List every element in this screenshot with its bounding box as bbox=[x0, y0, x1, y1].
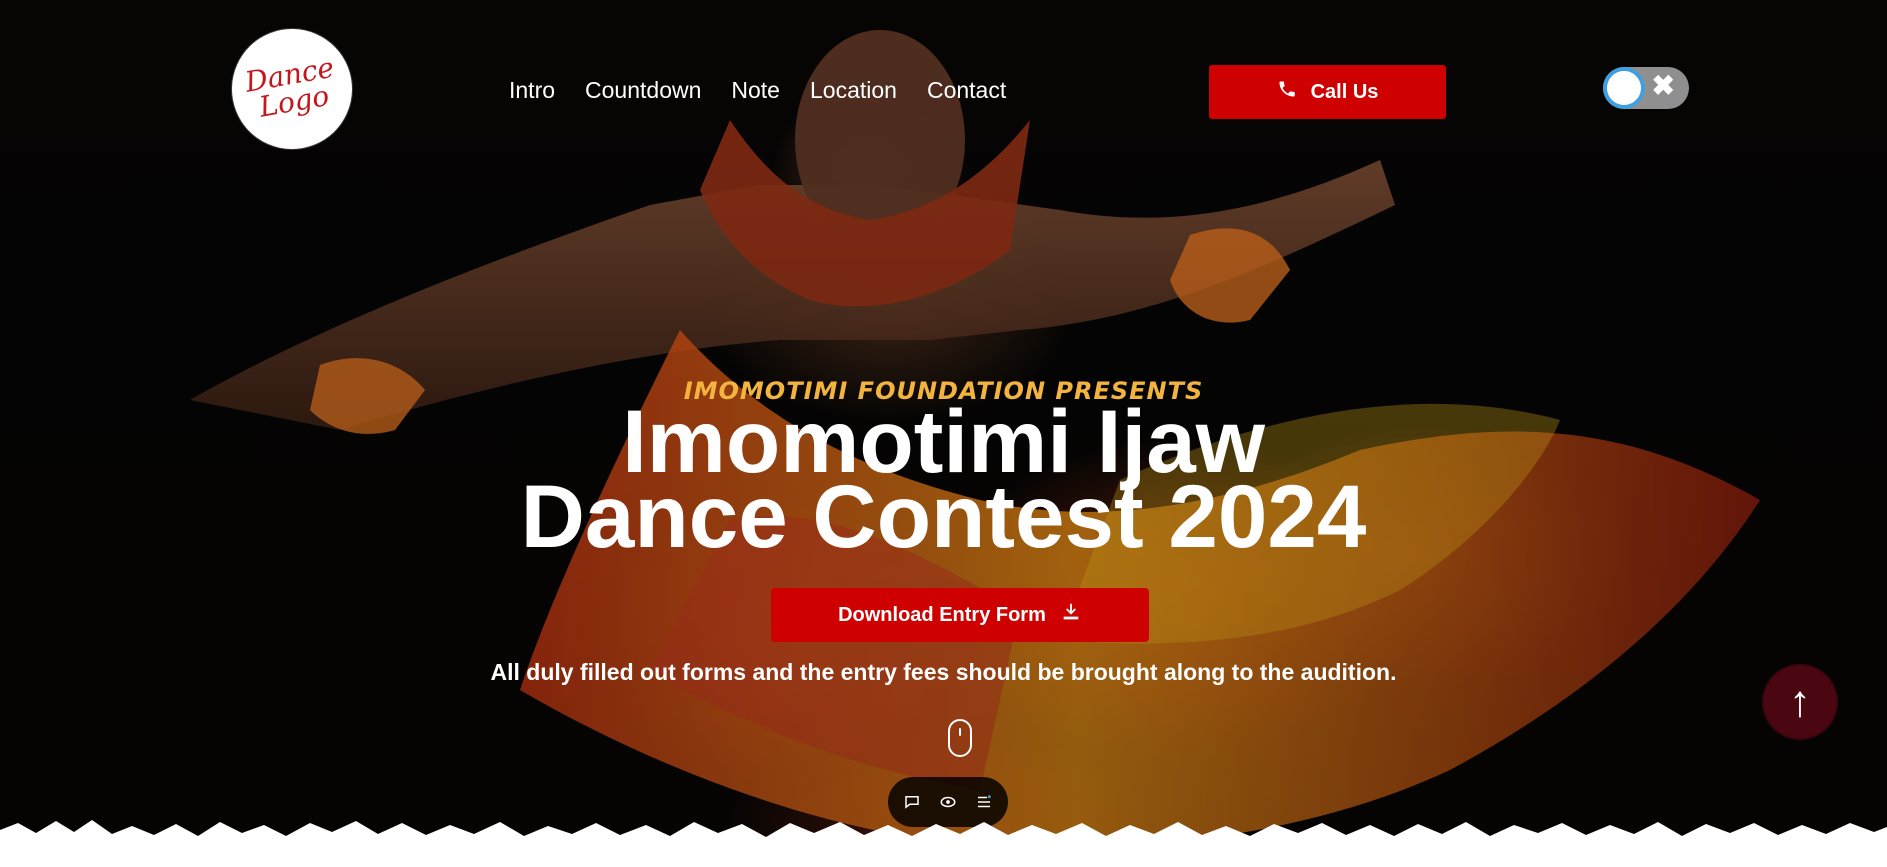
arrow-up-icon: ↑ bbox=[1789, 677, 1811, 726]
nav-link-intro[interactable]: Intro bbox=[509, 77, 555, 104]
bottom-edge-divider bbox=[0, 820, 1887, 867]
entry-notice: All duly filled out forms and the entry … bbox=[490, 659, 1397, 685]
download-icon bbox=[1060, 601, 1082, 629]
close-icon: ✖ bbox=[1651, 70, 1675, 101]
title-line-2: Dance Contest 2024 bbox=[520, 465, 1367, 566]
logo-line-2: Logo bbox=[256, 78, 332, 124]
mouse-icon bbox=[948, 719, 972, 757]
hero-section: Dance Logo Intro Countdown Note Location… bbox=[0, 0, 1887, 867]
download-entry-form-button[interactable]: Download Entry Form bbox=[771, 588, 1149, 642]
main-navigation: Intro Countdown Note Location Contact bbox=[509, 77, 1006, 104]
download-label: Download Entry Form bbox=[838, 603, 1046, 626]
call-us-label: Call Us bbox=[1310, 80, 1379, 103]
call-us-button[interactable]: Call Us bbox=[1209, 65, 1446, 119]
back-to-top-button[interactable]: ↑ bbox=[1762, 664, 1838, 740]
page-title: Imomotimi Ijaw Dance Contest 2024 bbox=[0, 397, 1887, 561]
nav-link-countdown[interactable]: Countdown bbox=[585, 77, 701, 104]
theme-toggle[interactable]: ✖ bbox=[1603, 67, 1689, 109]
nav-link-location[interactable]: Location bbox=[810, 77, 897, 104]
nav-link-contact[interactable]: Contact bbox=[927, 77, 1006, 104]
nav-link-note[interactable]: Note bbox=[731, 77, 780, 104]
toggle-knob bbox=[1603, 67, 1645, 109]
phone-icon bbox=[1277, 79, 1297, 105]
